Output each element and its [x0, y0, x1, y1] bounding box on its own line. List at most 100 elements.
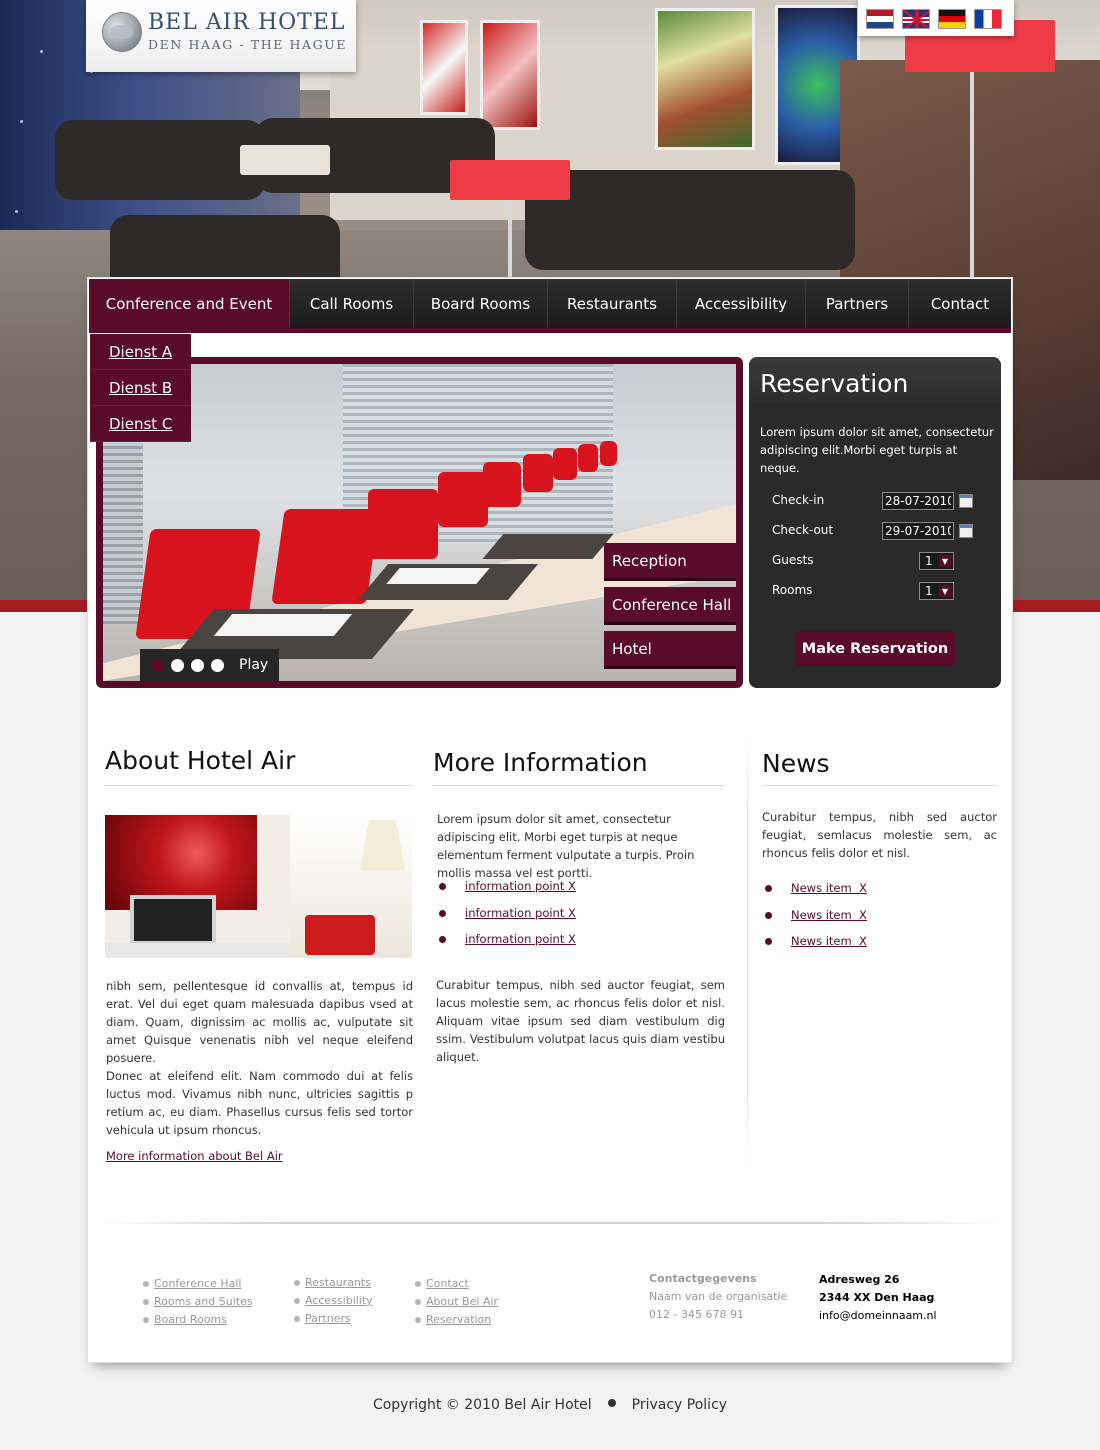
footer-divider — [100, 1222, 1000, 1224]
more-info-paragraph-1: Lorem ipsum dolor sit amet, consectetur … — [437, 812, 695, 880]
submenu-dienst-c[interactable]: Dienst C — [90, 406, 191, 442]
footer-link-reservation[interactable]: Reservation — [426, 1313, 491, 1326]
rooms-select[interactable]: 1 ▼ — [919, 582, 954, 600]
nav-call-rooms[interactable]: Call Rooms — [290, 279, 414, 328]
footer-link-contact[interactable]: Contact — [426, 1277, 469, 1290]
footer-link-item: Partners — [294, 1312, 373, 1330]
checkout-label: Check-out — [772, 523, 834, 537]
slider-dot-4[interactable] — [211, 658, 224, 672]
info-point-link[interactable]: information point X — [465, 906, 576, 920]
chevron-down-icon: ▼ — [939, 555, 951, 567]
guests-value: 1 — [925, 554, 933, 568]
about-more-link[interactable]: More information about Bel Air — [106, 1147, 283, 1165]
guests-label: Guests — [772, 553, 814, 567]
slider-tabs: Reception Conference Hall Hotel — [604, 543, 736, 675]
about-paragraph-1: nibh sem, pellentesque id convallis at, … — [106, 979, 413, 1065]
footer-link-accessibility[interactable]: Accessibility — [305, 1294, 373, 1307]
footer-link-item: Accessibility — [294, 1294, 373, 1312]
nav-board-rooms[interactable]: Board Rooms — [414, 279, 548, 328]
flag-fr-icon[interactable] — [974, 9, 1002, 29]
about-paragraph-2: Donec at eleifend elit. Nam commodo dui … — [106, 1069, 413, 1137]
copyright-bar: Copyright © 2010 Bel Air Hotel Privacy Po… — [0, 1397, 1100, 1413]
info-point-link[interactable]: information point X — [465, 932, 576, 946]
contact-organisation: Naam van de organisatie — [649, 1290, 788, 1303]
info-points-list: information point X information point X … — [435, 879, 576, 959]
language-selector — [858, 0, 1014, 36]
calendar-icon[interactable] — [959, 494, 973, 508]
nav-restaurants[interactable]: Restaurants — [548, 279, 677, 328]
list-item: information point X — [435, 932, 576, 959]
address-line-1: Adresweg 26 — [819, 1273, 900, 1286]
reservation-intro: Lorem ipsum dolor sit amet, consectetur … — [760, 425, 994, 475]
reservation-title: Reservation — [760, 369, 909, 398]
list-item: News item X — [761, 934, 867, 961]
rooms-value: 1 — [925, 584, 933, 598]
checkin-label: Check-in — [772, 493, 825, 507]
news-title: News — [762, 749, 830, 778]
column-divider — [747, 730, 748, 1170]
contact-phone: 012 - 345 678 91 — [649, 1308, 744, 1321]
slider-controls: Play — [140, 649, 279, 681]
chevron-down-icon: ▼ — [939, 585, 951, 597]
guests-select[interactable]: 1 ▼ — [919, 552, 954, 570]
submenu-dienst-b[interactable]: Dienst B — [90, 370, 191, 406]
info-point-link[interactable]: information point X — [465, 879, 576, 893]
news-item-link[interactable]: News item X — [791, 881, 867, 895]
calendar-icon[interactable] — [959, 524, 973, 538]
list-item: information point X — [435, 906, 576, 933]
more-info-paragraph-2: Curabitur tempus, nibh sed auctor feugia… — [436, 978, 725, 1064]
logo-city: DEN HAAG - THE HAGUE — [148, 37, 348, 52]
reservation-box: Reservation Lorem ipsum dolor sit amet, … — [749, 357, 1001, 688]
slider-tab-hotel[interactable]: Hotel — [604, 631, 736, 669]
footer-link-item: About Bel Air — [415, 1295, 498, 1313]
footer-address: Adresweg 26 2344 XX Den Haag info@domein… — [819, 1271, 937, 1325]
nav-partners[interactable]: Partners — [806, 279, 909, 328]
news-intro: Curabitur tempus, nibh sed auctor feugia… — [762, 810, 997, 860]
more-info-title: More Information — [433, 748, 648, 777]
slider-play-button[interactable]: Play — [239, 657, 268, 673]
nav-accessibility[interactable]: Accessibility — [677, 279, 806, 328]
contact-email[interactable]: info@domeinnaam.nl — [819, 1307, 937, 1325]
slider-tab-conference-hall[interactable]: Conference Hall — [604, 587, 736, 625]
make-reservation-button[interactable]: Make Reservation — [795, 631, 955, 666]
footer-link-item: Board Rooms — [143, 1313, 253, 1331]
footer-contact: Contactgegevens Naam van de organisatie … — [649, 1270, 787, 1324]
list-item: information point X — [435, 879, 576, 906]
footer-links-col3: Contact About Bel Air Reservation — [415, 1277, 498, 1331]
privacy-policy-link[interactable]: Privacy Policy — [632, 1397, 727, 1413]
news-item-link[interactable]: News item X — [791, 934, 867, 948]
about-title: About Hotel Air — [105, 746, 296, 775]
flag-nl-icon[interactable] — [866, 9, 894, 29]
checkin-date-field[interactable] — [882, 492, 954, 510]
list-item: News item X — [761, 881, 867, 908]
nav-conference-and-event[interactable]: Conference and Event — [89, 279, 290, 328]
slider-dot-2[interactable] — [171, 658, 184, 672]
footer-link-item: Reservation — [415, 1313, 498, 1331]
news-divider — [762, 785, 998, 786]
checkout-date-field[interactable] — [882, 522, 954, 540]
footer-link-conference-hall[interactable]: Conference Hall — [154, 1277, 241, 1290]
footer-link-about[interactable]: About Bel Air — [426, 1295, 498, 1308]
flag-uk-icon[interactable] — [902, 9, 930, 29]
footer-link-board-rooms[interactable]: Board Rooms — [154, 1313, 227, 1326]
nav-contact[interactable]: Contact — [909, 279, 1011, 328]
footer-link-item: Conference Hall — [143, 1277, 253, 1295]
nav-submenu: Dienst A Dienst B Dienst C — [90, 334, 191, 442]
slider-dot-3[interactable] — [191, 658, 204, 672]
main-navigation: Conference and Event Call Rooms Board Ro… — [89, 279, 1011, 333]
hotel-logo[interactable]: BEL AIR HOTEL DEN HAAG - THE HAGUE — [86, 0, 356, 72]
footer-link-item: Rooms and Suites — [143, 1295, 253, 1313]
footer-links-col2: Restaurants Accessibility Partners — [294, 1276, 373, 1330]
about-divider — [105, 785, 413, 786]
submenu-dienst-a[interactable]: Dienst A — [90, 334, 191, 370]
address-line-2: 2344 XX Den Haag — [819, 1291, 935, 1304]
flag-de-icon[interactable] — [938, 9, 966, 29]
slider-dot-1[interactable] — [151, 658, 164, 672]
footer-link-rooms-and-suites[interactable]: Rooms and Suites — [154, 1295, 253, 1308]
footer-link-item: Contact — [415, 1277, 498, 1295]
slider-tab-reception[interactable]: Reception — [604, 543, 736, 581]
footer-link-restaurants[interactable]: Restaurants — [305, 1276, 371, 1289]
separator-dot — [607, 1399, 616, 1407]
footer-link-partners[interactable]: Partners — [305, 1312, 351, 1325]
news-item-link[interactable]: News item X — [791, 908, 867, 922]
